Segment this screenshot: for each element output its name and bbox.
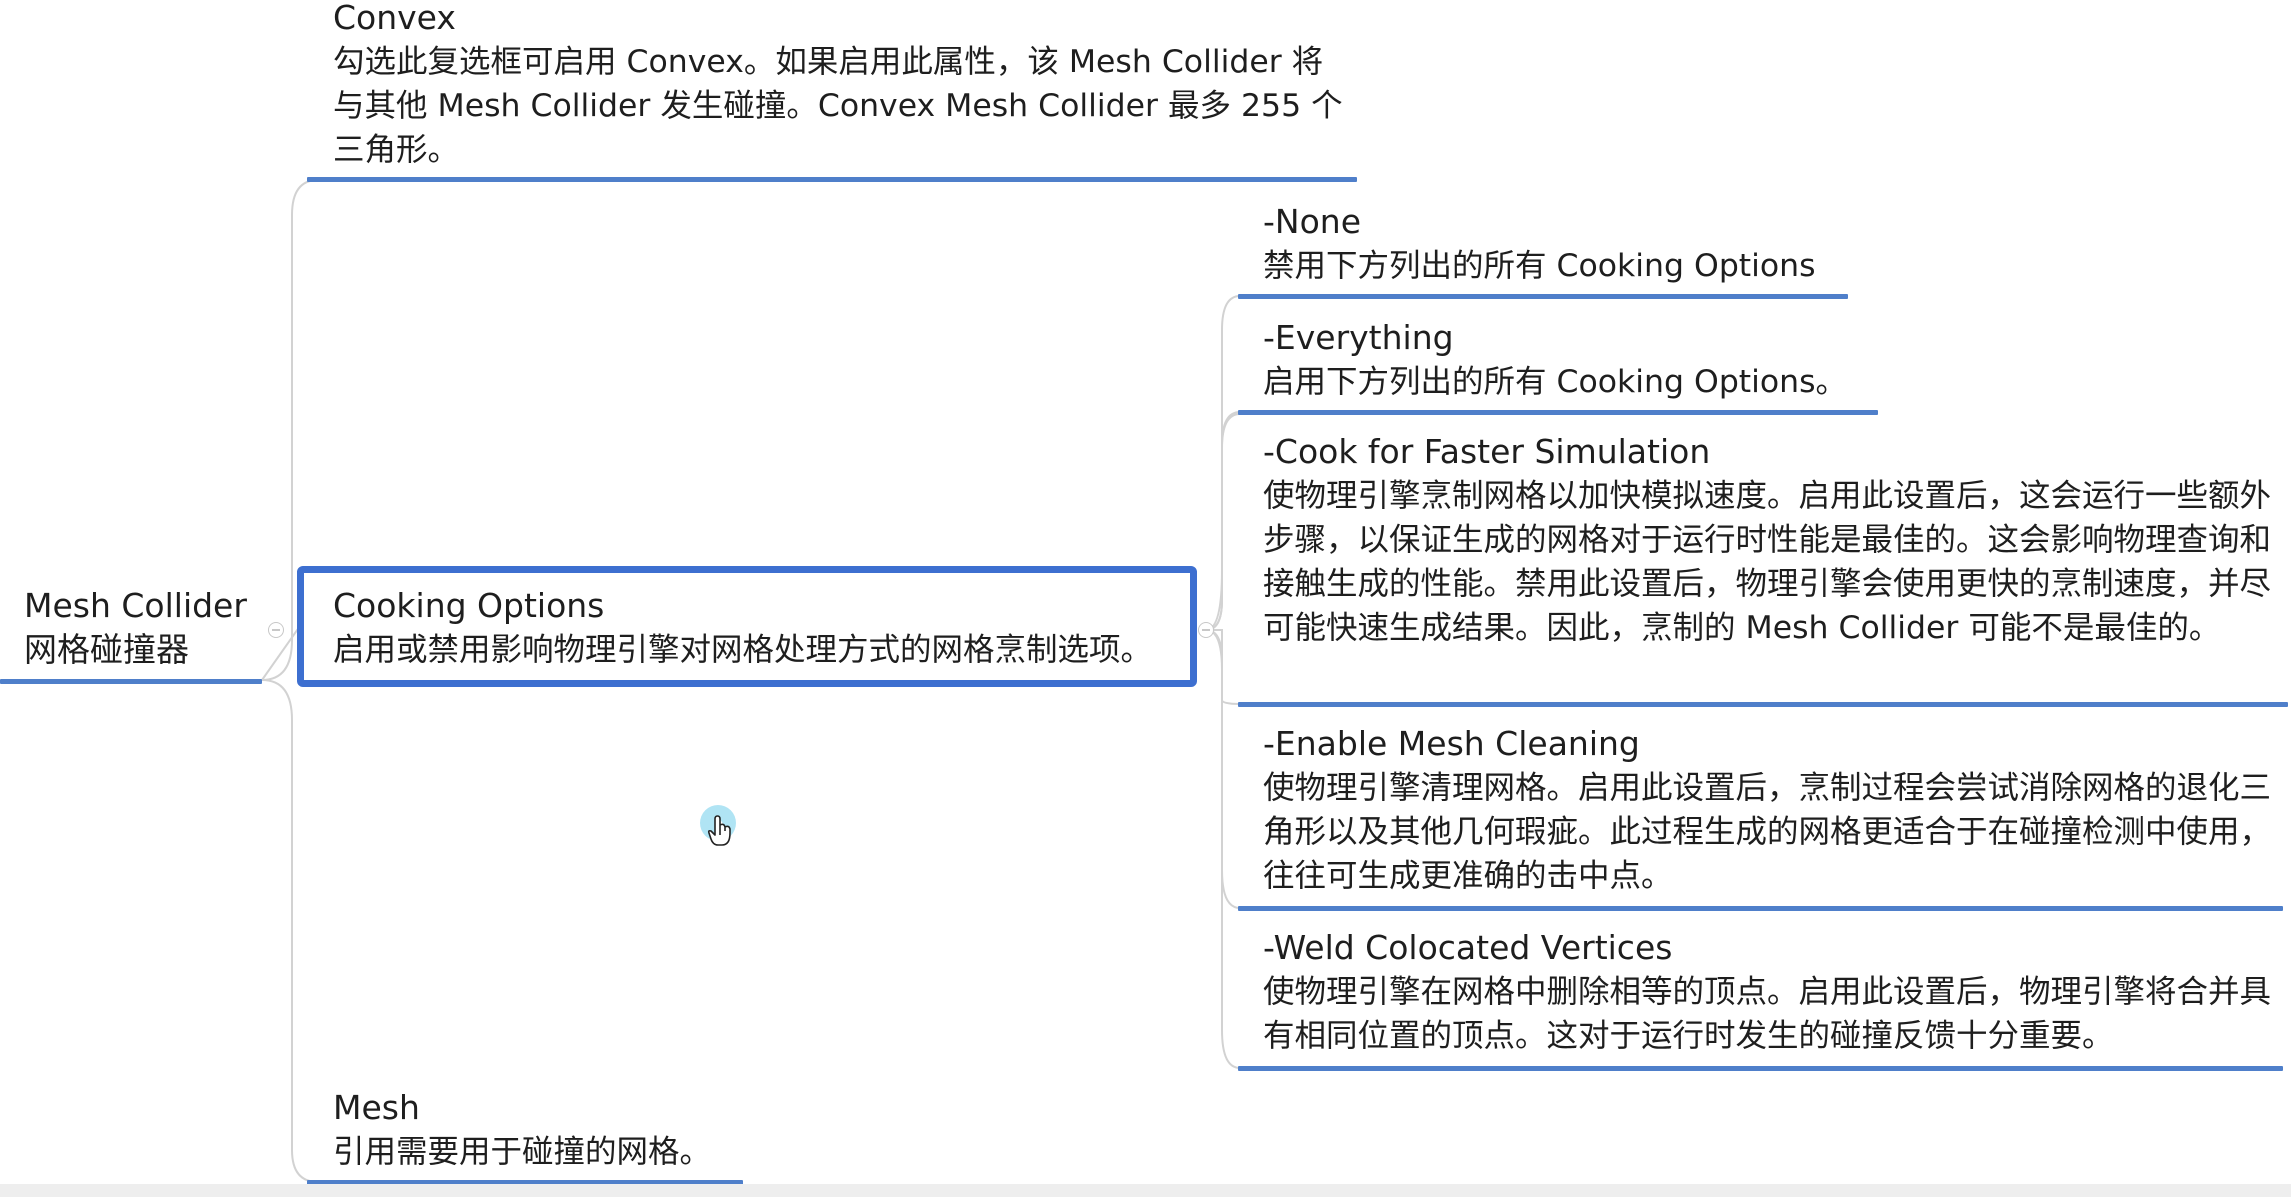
option-cook-faster[interactable]: -Cook for Faster Simulation 使物理引擎烹制网格以加快… (1263, 430, 2273, 650)
convex-title: Convex (333, 0, 456, 37)
option-weld-vertices-desc: 使物理引擎在网格中删除相等的顶点。启用此设置后，物理引擎将合并具有相同位置的顶点… (1263, 974, 2272, 1054)
option-cook-faster-underline (1238, 702, 2288, 707)
option-weld-vertices[interactable]: -Weld Colocated Vertices 使物理引擎在网格中删除相等的顶… (1263, 926, 2273, 1058)
option-everything-title: -Everything (1263, 318, 1454, 357)
option-mesh-cleaning[interactable]: -Enable Mesh Cleaning 使物理引擎清理网格。启用此设置后，烹… (1263, 722, 2273, 898)
root-underline (0, 679, 262, 684)
mesh-desc: 引用需要用于碰撞的网格。 (333, 1134, 712, 1170)
cooking-title: Cooking Options (333, 586, 605, 625)
option-none-desc: 禁用下方列出的所有 Cooking Options (1263, 248, 1816, 284)
option-everything[interactable]: -Everything 启用下方列出的所有 Cooking Options。 (1263, 316, 1923, 404)
convex-desc: 勾选此复选框可启用 Convex。如果启用此属性，该 Mesh Collider… (333, 44, 1343, 168)
collapse-root-icon[interactable] (268, 622, 284, 638)
mesh-title: Mesh (333, 1088, 420, 1127)
option-everything-desc: 启用下方列出的所有 Cooking Options。 (1263, 364, 1848, 400)
option-cook-faster-desc: 使物理引擎烹制网格以加快模拟速度。启用此设置后，这会运行一些额外步骤，以保证生成… (1263, 478, 2272, 646)
bottom-scrollbar[interactable] (0, 1184, 2291, 1197)
option-mesh-cleaning-underline (1238, 906, 2283, 911)
convex-underline (307, 177, 1357, 182)
root-subtitle: 网格碰撞器 (24, 630, 189, 669)
option-weld-vertices-underline (1238, 1066, 2283, 1071)
option-mesh-cleaning-desc: 使物理引擎清理网格。启用此设置后，烹制过程会尝试消除网格的退化三角形以及其他几何… (1263, 770, 2272, 894)
collapse-cooking-icon[interactable] (1198, 622, 1214, 638)
convex-node[interactable]: Convex 勾选此复选框可启用 Convex。如果启用此属性，该 Mesh C… (333, 0, 1343, 172)
cooking-node[interactable]: Cooking Options 启用或禁用影响物理引擎对网格处理方式的网格烹制选… (333, 584, 1193, 672)
option-everything-underline (1238, 410, 1878, 415)
option-cook-faster-title: -Cook for Faster Simulation (1263, 432, 1711, 471)
cooking-desc: 启用或禁用影响物理引擎对网格处理方式的网格烹制选项。 (333, 632, 1153, 668)
option-mesh-cleaning-title: -Enable Mesh Cleaning (1263, 724, 1640, 763)
option-weld-vertices-title: -Weld Colocated Vertices (1263, 928, 1673, 967)
option-none[interactable]: -None 禁用下方列出的所有 Cooking Options (1263, 200, 1903, 288)
root-title: Mesh Collider (24, 586, 247, 625)
root-node[interactable]: Mesh Collider 网格碰撞器 (24, 584, 264, 672)
mesh-node[interactable]: Mesh 引用需要用于碰撞的网格。 (333, 1086, 793, 1174)
option-none-underline (1238, 294, 1848, 299)
option-none-title: -None (1263, 202, 1362, 241)
hand-pointer-icon (700, 805, 736, 846)
